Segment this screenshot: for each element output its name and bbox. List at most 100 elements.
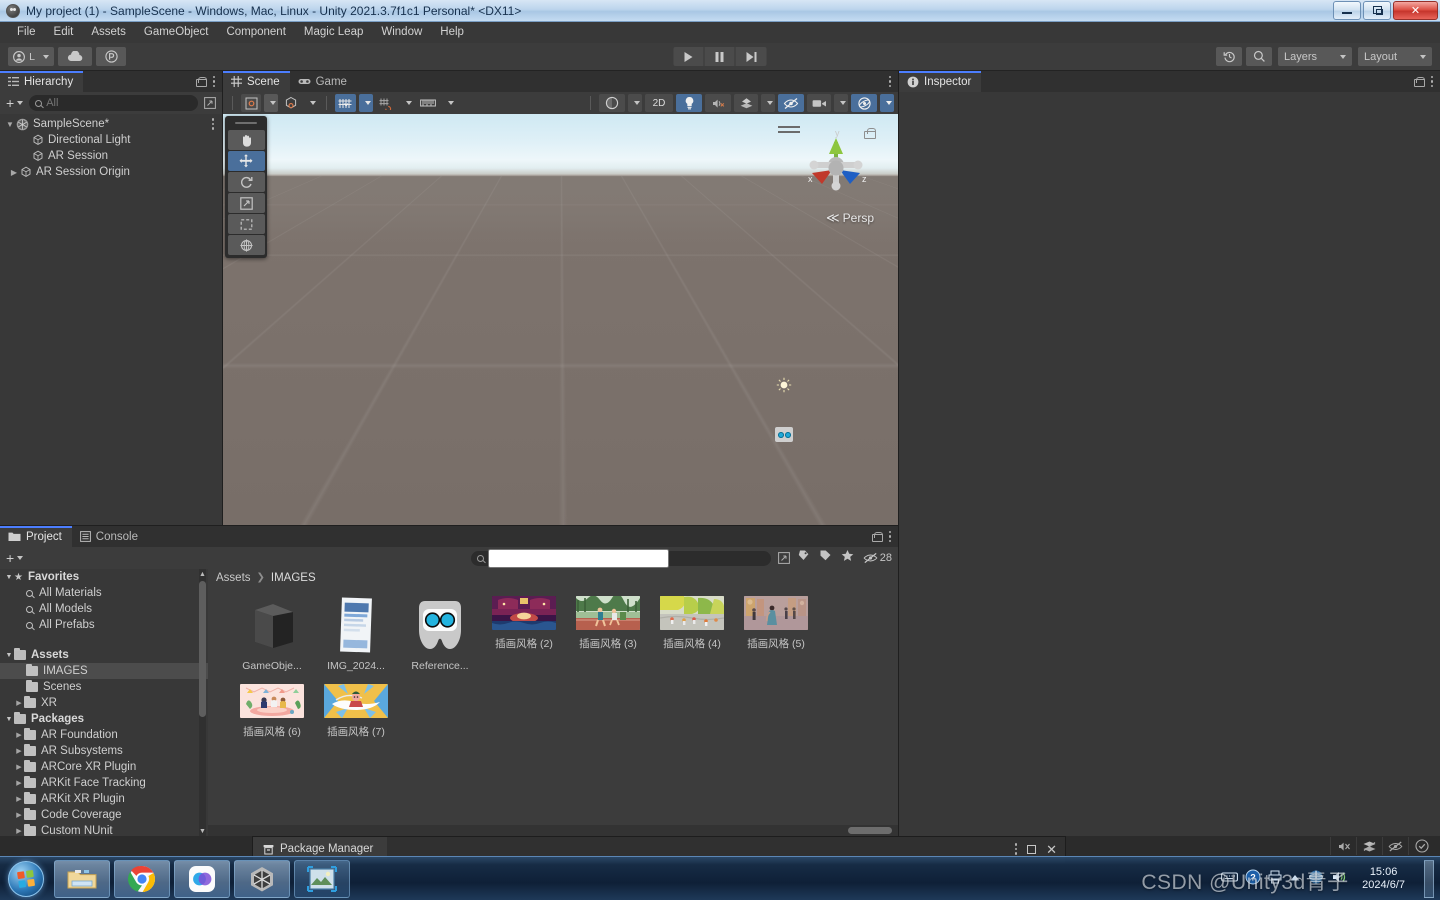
foldout-arrow-icon[interactable]: ▶ xyxy=(14,763,24,771)
tree-item-ar-subsystems[interactable]: ▶ AR Subsystems xyxy=(0,743,208,759)
menu-file[interactable]: File xyxy=(8,22,45,43)
minimize-button[interactable] xyxy=(1333,0,1361,20)
pivot-dropdown[interactable] xyxy=(264,94,278,112)
gizmos-toggle[interactable] xyxy=(851,94,877,112)
tab-inspector[interactable]: Inspector xyxy=(899,71,982,92)
rotate-tool-button[interactable] xyxy=(227,172,265,192)
gizmos-dropdown[interactable] xyxy=(880,94,894,112)
palette-drag-handle[interactable] xyxy=(235,122,257,124)
rect-tool-button[interactable] xyxy=(227,214,265,234)
play-button[interactable] xyxy=(673,47,705,66)
scene-lighting-toggle[interactable] xyxy=(676,94,702,112)
ar-camera-gizmo[interactable] xyxy=(775,427,793,442)
visibility-status-icon[interactable] xyxy=(1382,837,1408,855)
project-search-field[interactable] xyxy=(487,548,669,568)
foldout-arrow-icon[interactable]: ▼ xyxy=(4,120,16,129)
hierarchy-item-directional-light[interactable]: Directional Light xyxy=(0,132,222,148)
asset-item[interactable]: 插画风格 (7) xyxy=(314,684,398,739)
start-button[interactable] xyxy=(2,859,50,899)
taskbar-item-unity[interactable] xyxy=(234,859,290,898)
undo-history-button[interactable] xyxy=(1216,47,1242,66)
foldout-arrow-icon[interactable]: ▶ xyxy=(8,168,20,177)
breadcrumb-assets[interactable]: Assets xyxy=(216,572,251,584)
tree-item-arcore-xr-plugin[interactable]: ▶ ARCore XR Plugin xyxy=(0,759,208,775)
foldout-arrow-icon[interactable]: ▶ xyxy=(14,827,24,835)
taskbar-item-app-purple[interactable] xyxy=(174,859,230,898)
volume-tray-icon[interactable] xyxy=(1331,870,1347,887)
keyboard-tray-icon[interactable] xyxy=(1221,871,1239,886)
foldout-arrow-icon[interactable]: ▼ xyxy=(4,652,14,659)
tree-item-packages[interactable]: ▼ Packages xyxy=(0,711,208,727)
step-button[interactable] xyxy=(735,47,767,66)
menu-component[interactable]: Component xyxy=(217,22,294,43)
taskbar-item-explorer[interactable] xyxy=(54,859,110,898)
menu-edit[interactable]: Edit xyxy=(45,22,83,43)
hierarchy-search-field[interactable] xyxy=(46,97,192,109)
hierarchy-item-ar-session[interactable]: AR Session xyxy=(0,148,222,164)
move-tool-button[interactable] xyxy=(227,151,265,171)
tree-scroll-down-arrow[interactable]: ▼ xyxy=(199,826,206,836)
layers-dropdown[interactable]: Layers xyxy=(1278,47,1352,66)
taskbar-item-chrome[interactable] xyxy=(114,859,170,898)
layers-status-icon[interactable] xyxy=(1356,837,1382,855)
foldout-arrow-icon[interactable]: ▶ xyxy=(14,747,24,755)
tab-scene[interactable]: Scene xyxy=(223,71,290,92)
draw-mode-button[interactable] xyxy=(599,94,625,112)
kebab-menu-icon[interactable] xyxy=(1014,843,1018,855)
tree-item-all-models[interactable]: All Models xyxy=(0,601,208,617)
tree-item-assets[interactable]: ▼ Assets xyxy=(0,647,208,663)
snap-increment-dropdown[interactable] xyxy=(400,94,414,112)
tree-scroll-up-arrow[interactable]: ▲ xyxy=(199,569,206,579)
pause-button[interactable] xyxy=(704,47,736,66)
tab-hierarchy[interactable]: Hierarchy xyxy=(0,71,84,92)
kebab-menu-icon[interactable] xyxy=(888,75,891,88)
asset-item[interactable]: 插画风格 (2) xyxy=(482,596,566,672)
scene-kebab-icon[interactable] xyxy=(211,118,214,130)
filter-by-label-button[interactable] xyxy=(819,549,835,567)
asset-item[interactable]: 插画风格 (3) xyxy=(566,596,650,672)
foldout-arrow-icon[interactable]: ▼ xyxy=(4,716,14,723)
tree-item-ar-foundation[interactable]: ▶ AR Foundation xyxy=(0,727,208,743)
tab-console[interactable]: Console xyxy=(72,526,148,547)
asset-item[interactable]: 插画风格 (6) xyxy=(230,684,314,739)
mute-status-icon[interactable] xyxy=(1330,837,1356,855)
account-button[interactable]: L xyxy=(8,47,54,66)
transform-tool-button[interactable] xyxy=(227,235,265,255)
foldout-arrow-icon[interactable]: ▶ xyxy=(14,699,24,707)
handle-space-dropdown[interactable] xyxy=(304,94,318,112)
tree-item-images[interactable]: IMAGES xyxy=(0,663,208,679)
lock-icon[interactable] xyxy=(195,76,207,87)
close-button[interactable]: ✕ xyxy=(1393,0,1438,20)
draw-mode-dropdown[interactable] xyxy=(628,94,642,112)
taskbar-clock[interactable]: 15:06 2024/6/7 xyxy=(1354,866,1413,892)
scene-camera-dropdown[interactable] xyxy=(834,94,848,112)
printer-tray-icon[interactable] xyxy=(1268,870,1282,887)
taskbar-item-photo-viewer[interactable] xyxy=(294,859,350,898)
filter-favorites-button[interactable] xyxy=(841,549,857,567)
gizmo-lock-icon[interactable] xyxy=(864,128,876,139)
scene-fx-dropdown[interactable] xyxy=(761,94,775,112)
menu-gameobject[interactable]: GameObject xyxy=(135,22,218,43)
scene-perspective-label[interactable]: ≪ Persp xyxy=(826,210,874,226)
tab-game[interactable]: Game xyxy=(290,71,357,92)
tree-item-xr[interactable]: ▶ XR xyxy=(0,695,208,711)
hierarchy-expand-button[interactable] xyxy=(202,96,218,110)
cloud-button[interactable] xyxy=(58,47,92,66)
scene-camera-button[interactable] xyxy=(807,94,831,112)
tree-item-custom-nunit[interactable]: ▶ Custom NUnit xyxy=(0,823,208,836)
search-button[interactable] xyxy=(1246,47,1272,66)
tree-item-all-materials[interactable]: All Materials xyxy=(0,585,208,601)
hidden-packages-count[interactable]: 28 xyxy=(863,552,892,564)
breadcrumb-images[interactable]: IMAGES xyxy=(271,572,316,584)
show-desktop-button[interactable] xyxy=(1424,859,1434,898)
grid-horizontal-scrollbar[interactable] xyxy=(208,825,898,836)
menu-magic-leap[interactable]: Magic Leap xyxy=(295,22,372,43)
help-tray-icon[interactable]: ? xyxy=(1245,869,1261,888)
menu-help[interactable]: Help xyxy=(431,22,473,43)
kebab-menu-icon[interactable] xyxy=(212,75,215,88)
tree-scrollbar-thumb[interactable] xyxy=(199,581,206,717)
hierarchy-search-input[interactable] xyxy=(29,95,198,111)
hand-tool-button[interactable] xyxy=(227,130,265,150)
kebab-menu-icon[interactable] xyxy=(1430,75,1433,88)
scale-tool-button[interactable] xyxy=(227,193,265,213)
